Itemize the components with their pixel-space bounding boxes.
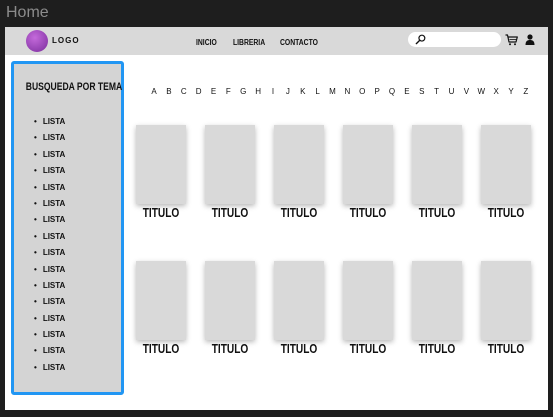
letter-link[interactable]: T: [433, 87, 441, 96]
letter-link[interactable]: D: [195, 87, 203, 96]
book-cover[interactable]: [481, 261, 531, 340]
nav-contacto[interactable]: CONTACTO: [280, 38, 318, 47]
sidebar-title: BUSQUEDA POR TEMA: [25, 81, 123, 93]
topic-list-item[interactable]: LISTA: [34, 281, 66, 297]
book-title[interactable]: TITULO: [276, 205, 323, 220]
topic-list-item[interactable]: LISTA: [34, 346, 66, 362]
top-navbar: LOGO INICIO LIBRERIA CONTACTO: [5, 27, 548, 55]
topic-list-item[interactable]: LISTA: [34, 183, 66, 199]
letter-link[interactable]: S: [418, 87, 426, 96]
user-icon[interactable]: [525, 34, 535, 45]
letter-link[interactable]: Y: [507, 87, 515, 96]
book-cover[interactable]: [274, 261, 324, 340]
topic-list-item[interactable]: LISTA: [34, 150, 66, 166]
letter-link[interactable]: B: [165, 87, 173, 96]
letter-link[interactable]: A: [150, 87, 158, 96]
book-title[interactable]: TITULO: [207, 205, 254, 220]
topic-list-item[interactable]: LISTA: [34, 117, 66, 133]
letter-link[interactable]: M: [329, 87, 337, 96]
letter-link[interactable]: J: [284, 87, 292, 96]
book-cover[interactable]: [205, 261, 255, 340]
book-cover[interactable]: [205, 125, 255, 204]
letter-link[interactable]: Z: [522, 87, 530, 96]
cart-icon[interactable]: [505, 34, 518, 46]
letter-link[interactable]: N: [343, 87, 351, 96]
book-cover[interactable]: [481, 125, 531, 204]
topic-list-item[interactable]: LISTA: [34, 248, 66, 264]
search-input[interactable]: [408, 32, 501, 47]
artboard-title: Home: [6, 4, 49, 21]
logo-text[interactable]: LOGO: [52, 36, 80, 45]
book-title[interactable]: TITULO: [276, 341, 323, 356]
topic-list-item[interactable]: LISTA: [34, 215, 66, 231]
topic-list-item[interactable]: LISTA: [34, 166, 66, 182]
letter-link[interactable]: E: [210, 87, 218, 96]
letter-link[interactable]: V: [462, 87, 470, 96]
topic-list-item[interactable]: LISTA: [34, 232, 66, 248]
book-cover[interactable]: [274, 125, 324, 204]
topic-list: LISTA LISTA LISTA LISTA LISTA LISTA LIST…: [34, 117, 66, 379]
topic-list-item[interactable]: LISTA: [34, 363, 66, 379]
topic-sidebar: BUSQUEDA POR TEMA LISTA LISTA LISTA LIST…: [11, 61, 124, 395]
search-icon[interactable]: [415, 34, 426, 45]
letter-link[interactable]: I: [269, 87, 277, 96]
letter-link[interactable]: W: [477, 87, 485, 96]
letter-link[interactable]: H: [254, 87, 262, 96]
topic-list-item[interactable]: LISTA: [34, 199, 66, 215]
topic-list-item[interactable]: LISTA: [34, 265, 66, 281]
book-title[interactable]: TITULO: [414, 341, 461, 356]
book-title[interactable]: TITULO: [414, 205, 461, 220]
letter-link[interactable]: U: [448, 87, 456, 96]
nav-inicio[interactable]: INICIO: [196, 38, 217, 47]
topic-list-item[interactable]: LISTA: [34, 330, 66, 346]
book-title[interactable]: TITULO: [483, 341, 530, 356]
topic-list-item[interactable]: LISTA: [34, 314, 66, 330]
book-title[interactable]: TITULO: [138, 341, 185, 356]
letter-link[interactable]: K: [299, 87, 307, 96]
letter-link[interactable]: L: [314, 87, 322, 96]
letter-link[interactable]: O: [358, 87, 366, 96]
book-cover[interactable]: [343, 261, 393, 340]
book-cover[interactable]: [136, 261, 186, 340]
topic-list-item[interactable]: LISTA: [34, 133, 66, 149]
page-artboard: LOGO INICIO LIBRERIA CONTACTO BUSQUEDA P…: [5, 27, 548, 410]
book-title[interactable]: TITULO: [483, 205, 530, 220]
alphabet-filter: A B C D E F G H I J K L M N O P Q E S T …: [150, 87, 530, 96]
letter-link[interactable]: F: [224, 87, 232, 96]
book-cover[interactable]: [412, 125, 462, 204]
book-title[interactable]: TITULO: [345, 341, 392, 356]
topic-list-item[interactable]: LISTA: [34, 297, 66, 313]
book-cover[interactable]: [412, 261, 462, 340]
book-title[interactable]: TITULO: [345, 205, 392, 220]
letter-link[interactable]: P: [373, 87, 381, 96]
logo-icon[interactable]: [26, 30, 48, 52]
book-cover[interactable]: [343, 125, 393, 204]
book-cover[interactable]: [136, 125, 186, 204]
letter-link[interactable]: C: [180, 87, 188, 96]
book-title[interactable]: TITULO: [207, 341, 254, 356]
letter-link[interactable]: X: [492, 87, 500, 96]
letter-link[interactable]: E: [403, 87, 411, 96]
letter-link[interactable]: G: [239, 87, 247, 96]
nav-libreria[interactable]: LIBRERIA: [233, 38, 265, 47]
letter-link[interactable]: Q: [388, 87, 396, 96]
book-title[interactable]: TITULO: [138, 205, 185, 220]
